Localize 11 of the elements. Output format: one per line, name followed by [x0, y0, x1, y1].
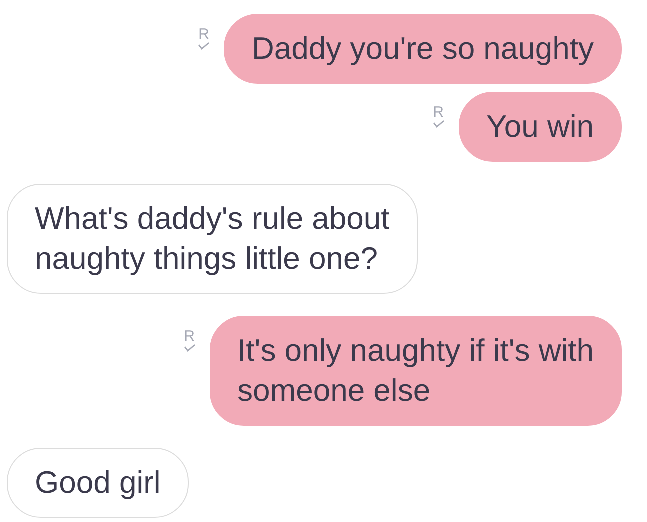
read-receipt-mark: R — [433, 106, 444, 120]
sent-message: Daddy you're so naughty — [224, 14, 622, 84]
read-receipt-mark: R — [184, 330, 195, 344]
check-icon — [198, 42, 210, 50]
sent-message: It's only naughty if it's with someone else — [210, 316, 622, 426]
received-message: What's daddy's rule about naughty things little one? — [7, 184, 418, 294]
check-icon — [432, 120, 445, 128]
sent-message: You win — [458, 92, 622, 162]
read-receipt-mark: R — [198, 28, 210, 42]
received-message: Good girl — [7, 448, 189, 518]
check-icon — [184, 344, 196, 352]
